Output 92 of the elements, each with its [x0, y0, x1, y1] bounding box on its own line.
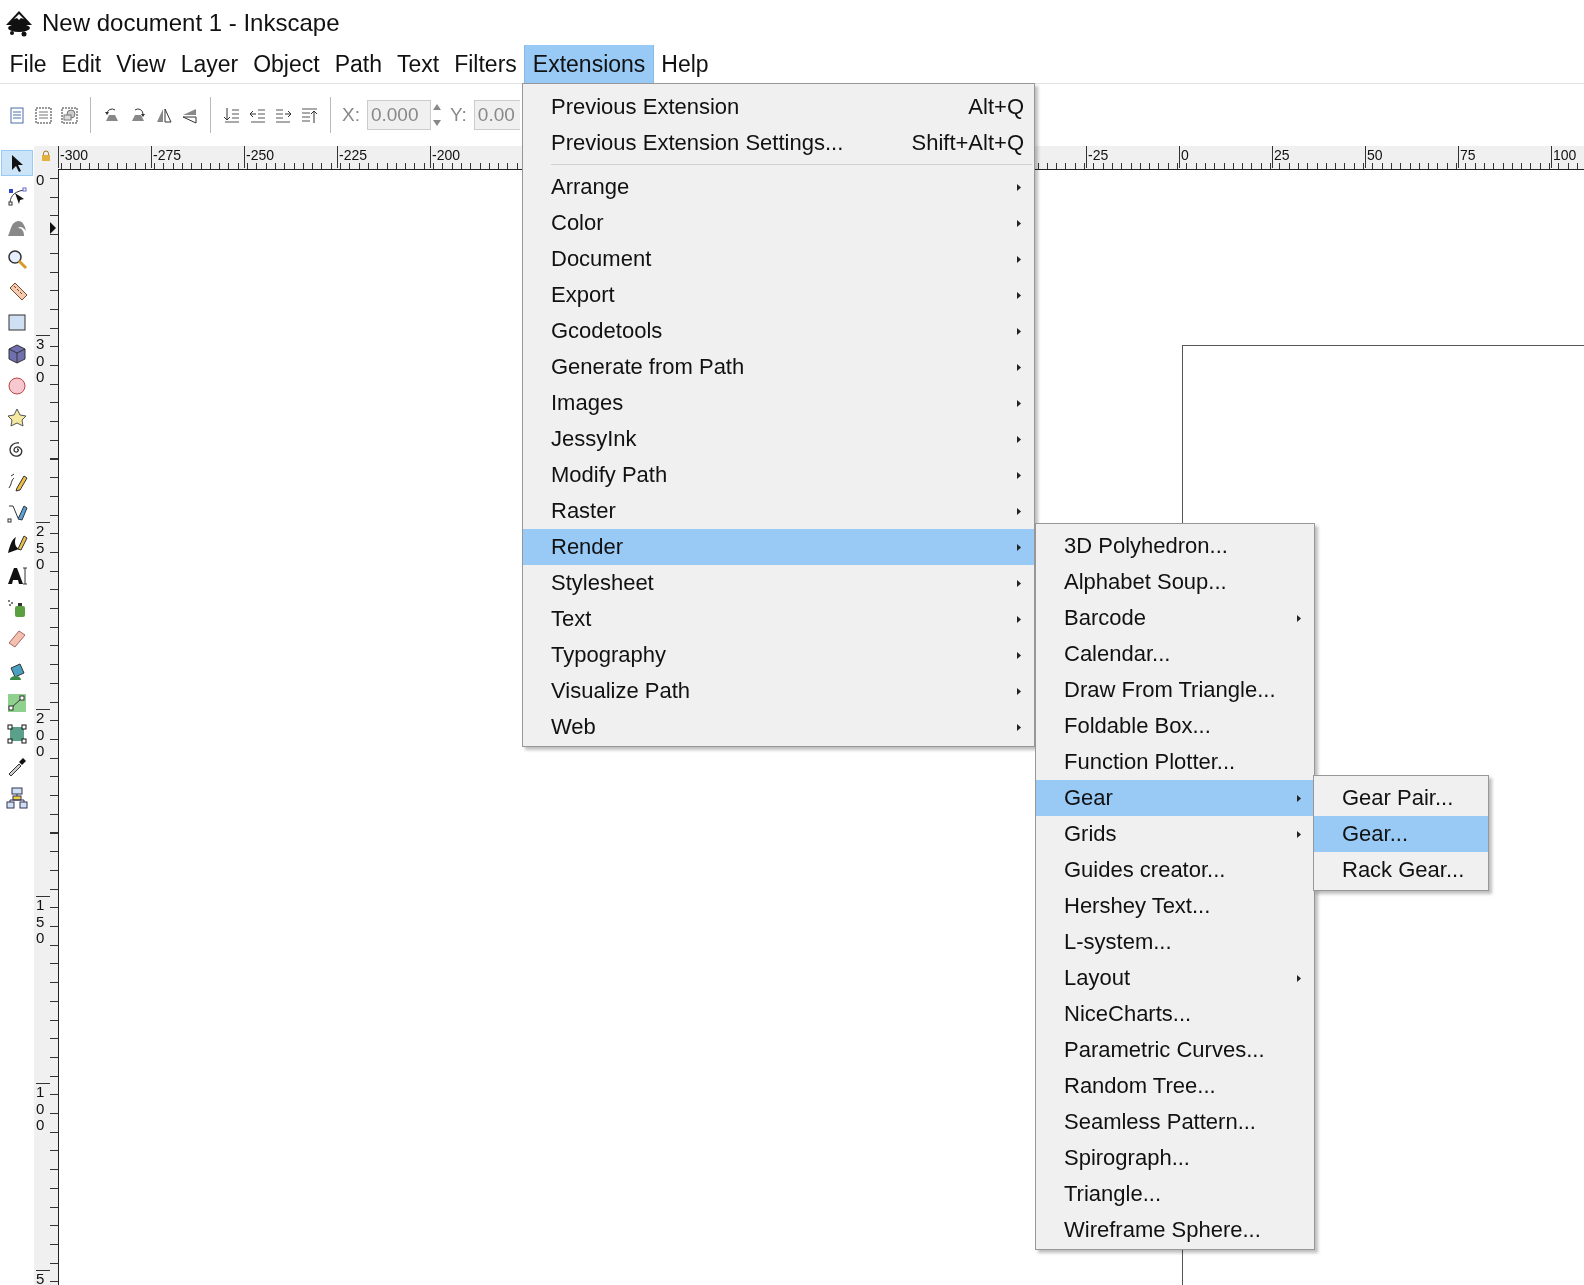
menu-item[interactable]: JessyInk [523, 421, 1034, 457]
menu-item[interactable]: Triangle... [1036, 1176, 1314, 1212]
guide-marker-icon [50, 222, 56, 234]
field-label: Y: [449, 104, 467, 126]
submenu-arrow-icon [1017, 436, 1021, 443]
menu-item[interactable]: Previous Extension Alt+Q [523, 89, 1034, 125]
submenu-arrow-icon [1017, 220, 1021, 227]
menu-item[interactable]: Edit [54, 45, 109, 83]
ruler-label: -25 [1087, 147, 1109, 163]
submenu-arrow-icon [1297, 795, 1301, 802]
menu-item[interactable]: Render [523, 529, 1034, 565]
ruler-label: 50 [1366, 147, 1383, 163]
menu-item[interactable]: Random Tree... [1036, 1068, 1314, 1104]
menu-item[interactable]: Extensions [524, 45, 654, 83]
submenu-arrow-icon [1017, 364, 1021, 371]
submenu-arrow-icon [1017, 256, 1021, 263]
lower-to-bottom-icon[interactable] [222, 105, 241, 125]
menu-item[interactable]: Layout [1036, 960, 1314, 996]
submenu-arrow-icon [1297, 831, 1301, 838]
menu-item[interactable]: Guides creator... [1036, 852, 1314, 888]
select-all-layers-icon[interactable] [60, 105, 79, 125]
ruler-label: 5 [36, 1271, 45, 1285]
menu-item[interactable]: 3D Polyhedron... [1036, 528, 1314, 564]
menu-item[interactable]: Text [523, 601, 1034, 637]
menu-item[interactable]: Calendar... [1036, 636, 1314, 672]
menu-item[interactable]: Raster [523, 493, 1034, 529]
ruler-label: -225 [338, 147, 368, 163]
submenu-arrow-icon [1017, 616, 1021, 623]
submenu-arrow-icon [1017, 544, 1021, 551]
submenu-arrow-icon [1017, 184, 1021, 191]
submenu-arrow-icon [1017, 652, 1021, 659]
submenu-arrow-icon [1297, 975, 1301, 982]
menu-item[interactable]: L-system... [1036, 924, 1314, 960]
menu-item[interactable]: Layer [173, 45, 246, 83]
ruler-label: 75 [1459, 147, 1476, 163]
menu-item[interactable]: View [108, 45, 174, 83]
menu-item[interactable]: Help [653, 45, 717, 83]
submenu-arrow-icon [1017, 328, 1021, 335]
menu-item[interactable]: Arrange [523, 169, 1034, 205]
ruler-label: -300 [59, 147, 89, 163]
menu-item[interactable]: Grids [1036, 816, 1314, 852]
lock-icon[interactable] [41, 150, 51, 161]
menu-item[interactable]: Seamless Pattern... [1036, 1104, 1314, 1140]
menu-item[interactable]: Gear... [1314, 816, 1488, 852]
ruler-label: -200 [431, 147, 461, 163]
menu-item[interactable]: Rack Gear... [1314, 852, 1488, 888]
submenu-arrow-icon [1297, 615, 1301, 622]
menu-item[interactable]: Visualize Path [523, 673, 1034, 709]
ruler-label: -250 [245, 147, 275, 163]
submenu-arrow-icon [1017, 688, 1021, 695]
menu-item[interactable]: Previous Extension Settings... Shift+Alt+Q [523, 125, 1034, 161]
submenu-arrow-icon [1017, 472, 1021, 479]
menu-item[interactable]: Typography [523, 637, 1034, 673]
menu-item[interactable]: Filters [446, 45, 525, 83]
menu-item[interactable]: File [2, 45, 55, 83]
menu-item[interactable]: Gcodetools [523, 313, 1034, 349]
menu-item[interactable]: Function Plotter... [1036, 744, 1314, 780]
menu-item[interactable]: Foldable Box... [1036, 708, 1314, 744]
submenu-arrow-icon [1017, 724, 1021, 731]
menu-item[interactable]: Draw From Triangle... [1036, 672, 1314, 708]
menu-item[interactable]: Wireframe Sphere... [1036, 1212, 1314, 1248]
submenu-arrow-icon [1017, 400, 1021, 407]
menu-item[interactable]: Document [523, 241, 1034, 277]
menu-item[interactable]: Web [523, 709, 1034, 745]
submenu-arrow-icon [1017, 580, 1021, 587]
menu-item[interactable]: NiceCharts... [1036, 996, 1314, 1032]
menu-item[interactable]: Object [245, 45, 328, 83]
menu-item[interactable]: Parametric Curves... [1036, 1032, 1314, 1068]
menu-item[interactable]: Text [389, 45, 447, 83]
menu-item[interactable]: Spirograph... [1036, 1140, 1314, 1176]
submenu-arrow-icon [1017, 508, 1021, 515]
ruler-label: 0 [1180, 147, 1189, 163]
ruler-label: 100 [1552, 147, 1577, 163]
menu-item[interactable]: Color [523, 205, 1034, 241]
ruler-label: -275 [152, 147, 182, 163]
menu-item[interactable]: Hershey Text... [1036, 888, 1314, 924]
select-all-icon[interactable] [34, 105, 53, 125]
menu-item[interactable]: Images [523, 385, 1034, 421]
menu-item[interactable]: Path [327, 45, 390, 83]
menu-item[interactable]: Stylesheet [523, 565, 1034, 601]
submenu-arrow-icon [1017, 292, 1021, 299]
window-title: New document 1 - Inkscape [42, 8, 340, 37]
menu-item[interactable]: Export [523, 277, 1034, 313]
ruler-label: 25 [1273, 147, 1290, 163]
menu-item[interactable]: Generate from Path [523, 349, 1034, 385]
menu-item[interactable]: Modify Path [523, 457, 1034, 493]
menu-item[interactable]: Gear [1036, 780, 1314, 816]
menu-item[interactable]: Alphabet Soup... [1036, 564, 1314, 600]
menu-item[interactable]: Gear Pair... [1314, 780, 1488, 816]
field-label: X: [342, 104, 360, 126]
menu-item[interactable]: Barcode [1036, 600, 1314, 636]
raise-to-top-icon[interactable] [300, 105, 319, 125]
